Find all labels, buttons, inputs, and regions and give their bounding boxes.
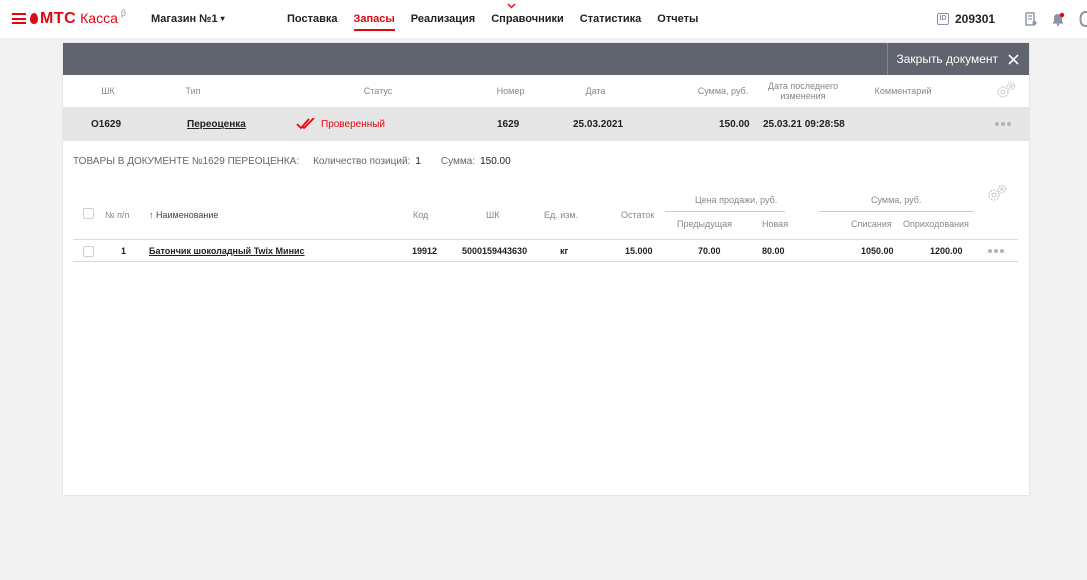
logo-kassa: Касса — [80, 10, 118, 26]
item-code: 19912 — [412, 246, 438, 256]
user-icon[interactable] — [1079, 11, 1087, 27]
col-row-number[interactable]: № п/п — [105, 210, 129, 220]
col-last-changed-line1: Дата последнего — [767, 81, 839, 91]
nav-item-references[interactable]: Справочники — [491, 13, 564, 35]
col-last-changed[interactable]: Дата последнего изменения — [763, 75, 843, 107]
top-icons — [1025, 11, 1087, 27]
col-code[interactable]: Код — [413, 210, 428, 220]
col-name[interactable]: ↑ Наименование — [149, 210, 218, 220]
doc-type-link[interactable]: Переоценка — [187, 107, 246, 141]
item-sum-income: 1200.00 — [930, 246, 963, 256]
document-toolbar: Закрыть документ — [63, 43, 1029, 75]
item-price-previous: 70.00 — [698, 246, 721, 256]
col-sum[interactable]: Сумма, руб. — [693, 75, 753, 107]
row-actions-icon[interactable] — [995, 122, 1013, 126]
col-item-barcode[interactable]: ШК — [486, 210, 500, 220]
logo[interactable]: МТС Касса β — [30, 8, 127, 30]
doc-status: Проверенный — [321, 118, 386, 130]
col-barcode[interactable]: ШК — [88, 75, 128, 107]
col-sum-income[interactable]: Оприходования — [903, 219, 969, 229]
price-group-divider — [665, 211, 785, 212]
doc-number: 1629 — [497, 118, 520, 130]
goods-title: ТОВАРЫ В ДОКУМЕНТЕ №1629 ПЕРЕОЦЕНКА: — [73, 156, 300, 167]
store-name: Магазин №1 — [151, 13, 218, 25]
col-sum-writeoff[interactable]: Списания — [851, 219, 892, 229]
settings-gear-icon[interactable] — [995, 81, 1017, 99]
doc-barcode: O1629 — [91, 118, 122, 130]
item-number: 1 — [121, 246, 127, 256]
nav-item-stock[interactable]: Запасы — [353, 13, 396, 35]
logo-beta: β — [120, 8, 127, 18]
goods-summary: ТОВАРЫ В ДОКУМЕНТЕ №1629 ПЕРЕОЦЕНКА: Кол… — [73, 156, 531, 167]
item-stock: 15.000 — [625, 246, 653, 256]
col-type[interactable]: Тип — [173, 75, 213, 107]
nav-item-sales[interactable]: Реализация — [411, 13, 475, 35]
item-unit: кг — [560, 246, 569, 256]
item-price-new: 80.00 — [762, 246, 785, 256]
double-check-icon — [296, 118, 315, 130]
col-number[interactable]: Номер — [488, 75, 533, 107]
goods-sum-label: Сумма: — [440, 156, 476, 167]
sum-group-divider — [819, 211, 974, 212]
logo-mts: МТС — [40, 10, 77, 27]
item-barcode: 5000159443630 — [462, 246, 528, 256]
goods-count-value: 1 — [415, 156, 421, 167]
goods-sum-value: 150.00 — [480, 156, 511, 167]
document-row[interactable]: O1629 Переоценка Проверенный 1629 25.03.… — [63, 107, 1029, 141]
item-name[interactable]: Батончик шоколадный Twix Минис — [149, 246, 305, 256]
documents-table-header: ШК Тип Статус Номер Дата Сумма, руб. Дат… — [63, 75, 1029, 107]
settings-gear-icon[interactable] — [986, 184, 1008, 202]
mts-egg-icon — [30, 13, 38, 24]
col-stock[interactable]: Остаток — [621, 210, 654, 220]
register-icon[interactable] — [1025, 12, 1037, 26]
close-document-button[interactable]: Закрыть документ — [887, 43, 1029, 75]
doc-last-changed: 25.03.21 09:28:58 — [763, 118, 845, 130]
col-price-group[interactable]: Цена продажи, руб. — [695, 195, 777, 205]
col-comment[interactable]: Комментарий — [868, 75, 938, 107]
col-date[interactable]: Дата — [573, 75, 618, 107]
close-icon — [1008, 53, 1019, 65]
goods-row-divider — [73, 261, 1018, 262]
doc-sum: 150.00 — [719, 118, 750, 130]
doc-type[interactable]: Переоценка — [187, 119, 246, 130]
caret-down-icon: ▾ — [220, 14, 225, 23]
goods-count-label: Количество позиций: — [313, 156, 411, 167]
close-document-label: Закрыть документ — [896, 52, 998, 66]
col-price-previous[interactable]: Предыдущая — [677, 219, 732, 229]
item-name-cell[interactable]: Батончик шоколадный Twix Минис — [149, 244, 305, 258]
bell-icon[interactable] — [1051, 12, 1065, 26]
top-navigation-bar: МТС Касса β Магазин №1 ▾ Поставка Запасы … — [0, 0, 1087, 38]
id-icon: ID — [937, 13, 949, 25]
nav-item-delivery[interactable]: Поставка — [287, 13, 338, 35]
store-selector[interactable]: Магазин №1 ▾ — [151, 13, 225, 25]
item-actions-icon[interactable] — [988, 249, 1006, 253]
doc-date: 25.03.2021 — [573, 118, 624, 130]
col-last-changed-line2: изменения — [780, 91, 826, 101]
row-checkbox[interactable] — [83, 246, 94, 257]
goods-header-divider — [73, 239, 1018, 240]
menu-icon[interactable] — [12, 13, 26, 24]
item-sum-writeoff: 1050.00 — [861, 246, 894, 256]
chevron-down-icon[interactable] — [507, 3, 516, 9]
col-unit[interactable]: Ед. изм. — [544, 210, 578, 220]
nav-item-reports[interactable]: Отчеты — [657, 13, 698, 35]
main-nav: Поставка Запасы Реализация Справочники С… — [287, 13, 714, 35]
account-id-number: 209301 — [955, 12, 996, 26]
account-id[interactable]: ID 209301 — [937, 12, 995, 26]
col-status[interactable]: Статус — [353, 75, 403, 107]
nav-item-statistics[interactable]: Статистика — [580, 13, 642, 35]
col-price-new[interactable]: Новая — [762, 219, 788, 229]
select-all-checkbox[interactable] — [83, 208, 94, 219]
document-card: Закрыть документ ШК Тип Статус Номер Дат… — [63, 43, 1029, 495]
col-sum-group[interactable]: Сумма, руб. — [871, 195, 921, 205]
